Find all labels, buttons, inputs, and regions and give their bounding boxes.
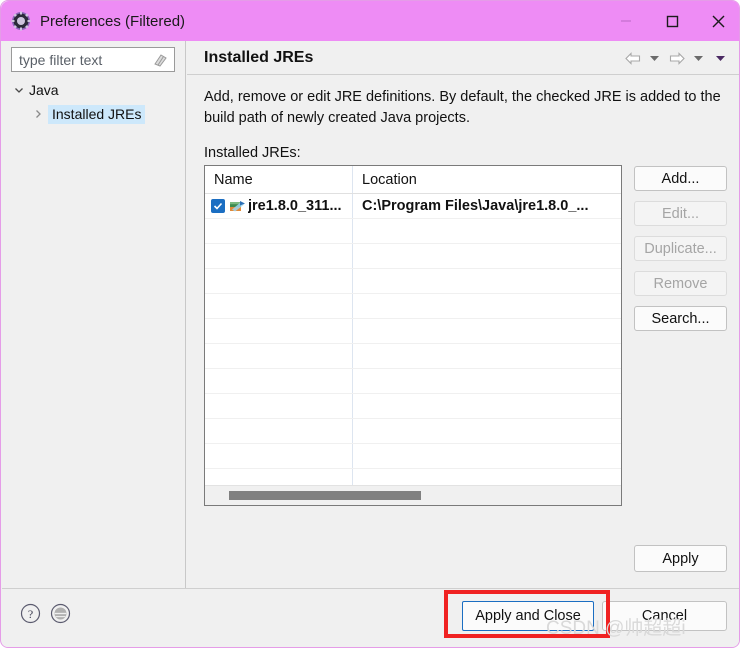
sidebar-item-label: Installed JREs [48,104,146,124]
table-cell-name: jre1.8.0_311... [205,194,353,218]
jre-location: C:\Program Files\Java\jre1.8.0_... [362,198,589,214]
table-row[interactable] [205,444,621,469]
edit-button: Edit... [634,201,727,226]
installed-jres-table[interactable]: Name Location jre1.8.0_311... C:\Program… [204,165,622,506]
view-menu-icon[interactable] [711,49,730,67]
duplicate-button: Duplicate... [634,236,727,261]
dialog-footer: ? Apply and Close Cancel [2,588,739,647]
table-cell-name [205,219,353,243]
back-dropdown-icon[interactable] [645,49,664,67]
table-cell-name [205,419,353,443]
maximize-button[interactable] [649,1,695,41]
close-button[interactable] [695,1,739,41]
table-row[interactable] [205,394,621,419]
sidebar-item-installed-jres[interactable]: Installed JREs [30,103,146,125]
column-header-name[interactable]: Name [205,166,353,193]
table-cell-location: C:\Program Files\Java\jre1.8.0_... [353,194,621,218]
table-cell-location [353,394,621,418]
apply-button[interactable]: Apply [634,545,727,572]
table-cell-location [353,319,621,343]
filter-field-wrapper[interactable] [11,47,175,72]
table-row[interactable] [205,244,621,269]
preferences-content: Installed JREs Add, remove or edit JRE d… [187,41,739,588]
jre-action-buttons: Add... Edit... Duplicate... Remove Searc… [634,166,727,331]
table-row[interactable] [205,369,621,394]
jre-library-icon [228,199,246,213]
back-arrow-icon[interactable] [623,49,642,67]
table-row[interactable] [205,419,621,444]
search-button[interactable]: Search... [634,306,727,331]
table-header-row: Name Location [205,166,621,194]
table-cell-location [353,444,621,468]
table-row[interactable] [205,294,621,319]
page-header: Installed JREs [187,41,739,75]
column-header-location[interactable]: Location [353,166,621,193]
svg-text:?: ? [28,607,33,621]
page-description: Add, remove or edit JRE definitions. By … [204,89,721,126]
table-cell-location [353,344,621,368]
installed-jres-label: Installed JREs: [204,145,301,161]
table-cell-location [353,369,621,393]
table-cell-name [205,344,353,368]
table-cell-location [353,219,621,243]
globe-icon[interactable] [50,603,71,624]
table-horizontal-scrollbar[interactable] [205,485,621,505]
page-title: Installed JREs [204,48,314,66]
table-row[interactable] [205,344,621,369]
add-button[interactable]: Add... [634,166,727,191]
table-cell-name [205,294,353,318]
table-row[interactable] [205,269,621,294]
table-cell-name [205,369,353,393]
table-cell-name [205,244,353,268]
table-cell-location [353,294,621,318]
title-bar: Preferences (Filtered) [1,1,739,41]
forward-dropdown-icon[interactable] [689,49,708,67]
eraser-icon[interactable] [151,52,169,68]
table-cell-location [353,244,621,268]
table-cell-location [353,269,621,293]
page-nav-icons [623,49,730,67]
scrollbar-thumb[interactable] [229,491,421,500]
search-input[interactable] [17,50,149,69]
table-cell-name [205,269,353,293]
cancel-button[interactable]: Cancel [602,601,727,631]
help-question-icon[interactable]: ? [20,603,41,624]
sidebar-item-java[interactable]: Java [11,79,59,101]
preferences-dialog: Preferences (Filtered) type filter text … [0,0,740,648]
jre-name: jre1.8.0_311... [248,198,342,214]
table-cell-location [353,419,621,443]
window-title: Preferences (Filtered) [40,12,186,30]
jre-checkbox[interactable] [211,199,225,213]
window-controls [603,1,739,41]
minimize-button[interactable] [603,1,649,41]
table-cell-name [205,444,353,468]
apply-and-close-button[interactable]: Apply and Close [462,601,594,631]
remove-button: Remove [634,271,727,296]
table-row[interactable] [205,219,621,244]
table-cell-name [205,394,353,418]
forward-arrow-icon[interactable] [667,49,686,67]
chevron-down-icon[interactable] [11,85,27,95]
table-row[interactable]: jre1.8.0_311... C:\Program Files\Java\jr… [205,194,621,219]
table-cell-name [205,319,353,343]
preferences-sidebar: Java Installed JREs [2,41,186,588]
preferences-gear-icon [11,11,31,31]
chevron-right-icon[interactable] [30,109,46,119]
table-row[interactable] [205,319,621,344]
sidebar-item-label: Java [29,82,59,98]
table-empty-rows [205,219,621,494]
